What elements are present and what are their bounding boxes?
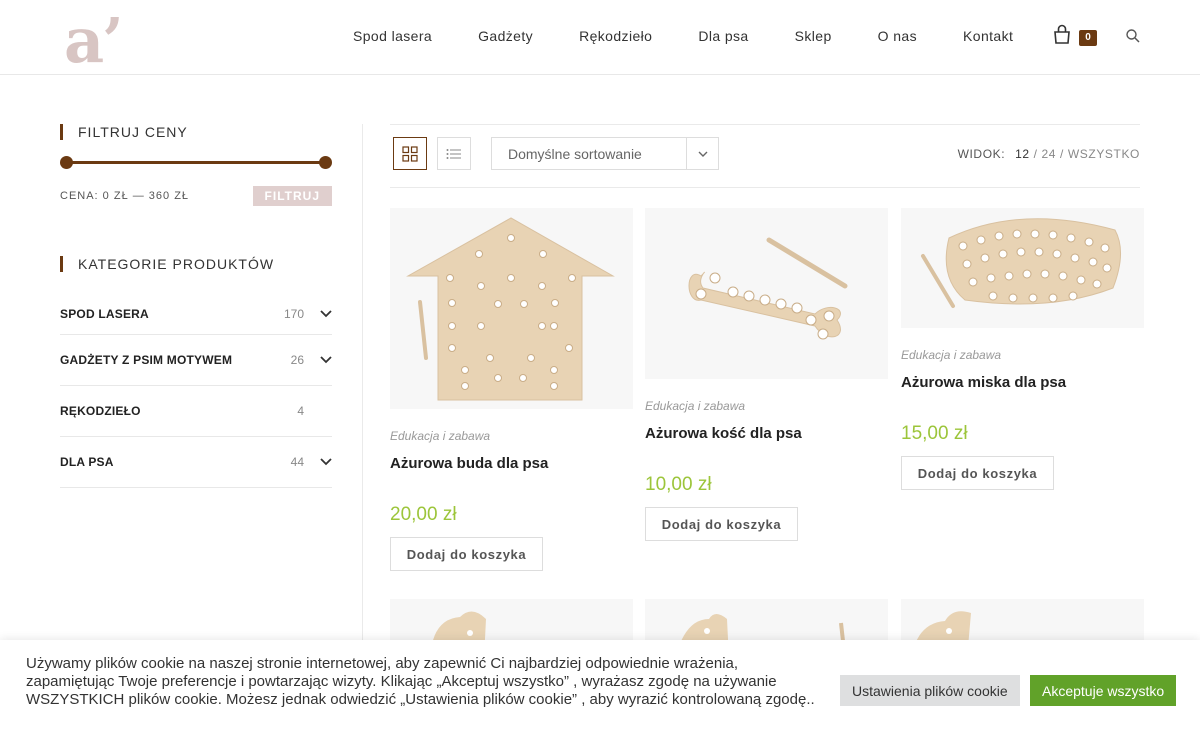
list-icon: [446, 148, 461, 159]
category-item-spod-lasera[interactable]: SPOD LASERA 170: [60, 294, 332, 335]
grid-view-button[interactable]: [393, 137, 427, 170]
content-divider: [362, 124, 363, 664]
main-nav: Spod lasera Gadżety Rękodzieło Dla psa S…: [330, 28, 1036, 44]
category-count: 170: [283, 307, 304, 321]
price-row: CENA: 0 ZŁ — 360 ZŁ FILTRUJ: [60, 186, 332, 206]
nav-dla-psa[interactable]: Dla psa: [698, 28, 748, 44]
product-category[interactable]: Edukacja i zabawa: [645, 399, 888, 413]
category-name[interactable]: SPOD LASERA: [60, 307, 264, 321]
product-price: 20,00 zł: [390, 504, 457, 525]
price-range-track: [62, 161, 330, 164]
product-name[interactable]: Ażurowa kość dla psa: [645, 425, 888, 442]
nav-o-nas[interactable]: O nas: [878, 28, 917, 44]
filter-button[interactable]: FILTRUJ: [252, 186, 332, 206]
search-icon[interactable]: [1126, 29, 1140, 48]
chevron-down-icon[interactable]: [304, 453, 332, 471]
product-price: 15,00 zł: [901, 423, 968, 444]
products-per-page: WIDOK: 12 / 24 / WSZYSTKO: [957, 147, 1140, 161]
category-list: SPOD LASERA 170 GADŻETY Z PSIM MOTYWEM 2…: [60, 294, 332, 488]
cart-icon[interactable]: [1052, 24, 1072, 49]
category-name[interactable]: GADŻETY Z PSIM MOTYWEM: [60, 353, 264, 367]
chevron-down-icon[interactable]: [686, 138, 718, 169]
chevron-down-icon[interactable]: [304, 351, 332, 369]
product-category[interactable]: Edukacja i zabawa: [390, 429, 633, 443]
site-header: a’ Spod lasera Gadżety Rękodzieło Dla ps…: [0, 0, 1200, 77]
price-filter-title: FILTRUJ CENY: [60, 124, 332, 140]
view-option-12[interactable]: 12: [1015, 147, 1030, 161]
product-name[interactable]: Ażurowa buda dla psa: [390, 455, 633, 472]
category-item-rekodzielo[interactable]: RĘKODZIEŁO 4: [60, 386, 332, 437]
product-name[interactable]: Ażurowa miska dla psa: [901, 374, 1144, 391]
product-image[interactable]: [390, 208, 633, 409]
nav-spod-lasera[interactable]: Spod lasera: [353, 28, 432, 44]
view-label: WIDOK:: [957, 147, 1006, 161]
add-to-cart-button[interactable]: Dodaj do koszyka: [901, 456, 1054, 490]
cookie-banner: Używamy plików cookie na naszej stronie …: [0, 640, 1200, 740]
price-max-handle[interactable]: [319, 156, 332, 169]
nav-kontakt[interactable]: Kontakt: [963, 28, 1013, 44]
price-range-slider[interactable]: [60, 156, 332, 170]
product-price: 10,00 zł: [645, 474, 712, 495]
view-option-24[interactable]: 24: [1041, 147, 1056, 161]
category-name[interactable]: DLA PSA: [60, 455, 264, 469]
add-to-cart-button[interactable]: Dodaj do koszyka: [645, 507, 798, 541]
category-item-gadzety[interactable]: GADŻETY Z PSIM MOTYWEM 26: [60, 335, 332, 386]
category-count: 4: [297, 404, 304, 418]
product-card: Edukacja i zabawa Ażurowa buda dla psa 2…: [390, 208, 633, 571]
price-range-label: CENA: 0 ZŁ — 360 ZŁ: [60, 190, 190, 202]
sidebar: FILTRUJ CENY CENA: 0 ZŁ — 360 ZŁ FILTRUJ…: [60, 124, 332, 488]
shop-toolbar: Domyślne sortowanie WIDOK: 12 / 24 / WSZ…: [390, 124, 1140, 188]
product-image[interactable]: [645, 208, 888, 379]
cookie-settings-button[interactable]: Ustawienia plików cookie: [840, 675, 1020, 706]
nav-gadzety[interactable]: Gadżety: [478, 28, 533, 44]
product-image[interactable]: [901, 208, 1144, 328]
sort-selected-value: Domyślne sortowanie: [508, 145, 642, 162]
category-item-dla-psa[interactable]: DLA PSA 44: [60, 437, 332, 488]
category-count: 44: [290, 455, 304, 469]
categories-title: KATEGORIE PRODUKTÓW: [60, 256, 332, 272]
sort-select[interactable]: Domyślne sortowanie: [491, 137, 719, 170]
nav-rekodzielo[interactable]: Rękodzieło: [579, 28, 652, 44]
cookie-accept-button[interactable]: Akceptuje wszystko: [1030, 675, 1177, 706]
chevron-down-icon[interactable]: [304, 305, 332, 323]
category-name[interactable]: RĘKODZIEŁO: [60, 404, 264, 418]
product-card: Edukacja i zabawa Ażurowa kość dla psa 1…: [645, 208, 888, 541]
product-card: Edukacja i zabawa Ażurowa miska dla psa …: [901, 208, 1144, 490]
site-logo[interactable]: a’: [64, 4, 124, 77]
nav-sklep[interactable]: Sklep: [795, 28, 832, 44]
cart-count-badge[interactable]: 0: [1079, 30, 1097, 46]
category-count: 26: [290, 353, 304, 367]
view-option-all[interactable]: WSZYSTKO: [1068, 147, 1140, 161]
cookie-text: Używamy plików cookie na naszej stronie …: [26, 655, 815, 708]
product-category[interactable]: Edukacja i zabawa: [901, 348, 1144, 362]
add-to-cart-button[interactable]: Dodaj do koszyka: [390, 537, 543, 571]
list-view-button[interactable]: [437, 137, 471, 170]
grid-icon: [402, 145, 418, 162]
price-min-handle[interactable]: [60, 156, 73, 169]
